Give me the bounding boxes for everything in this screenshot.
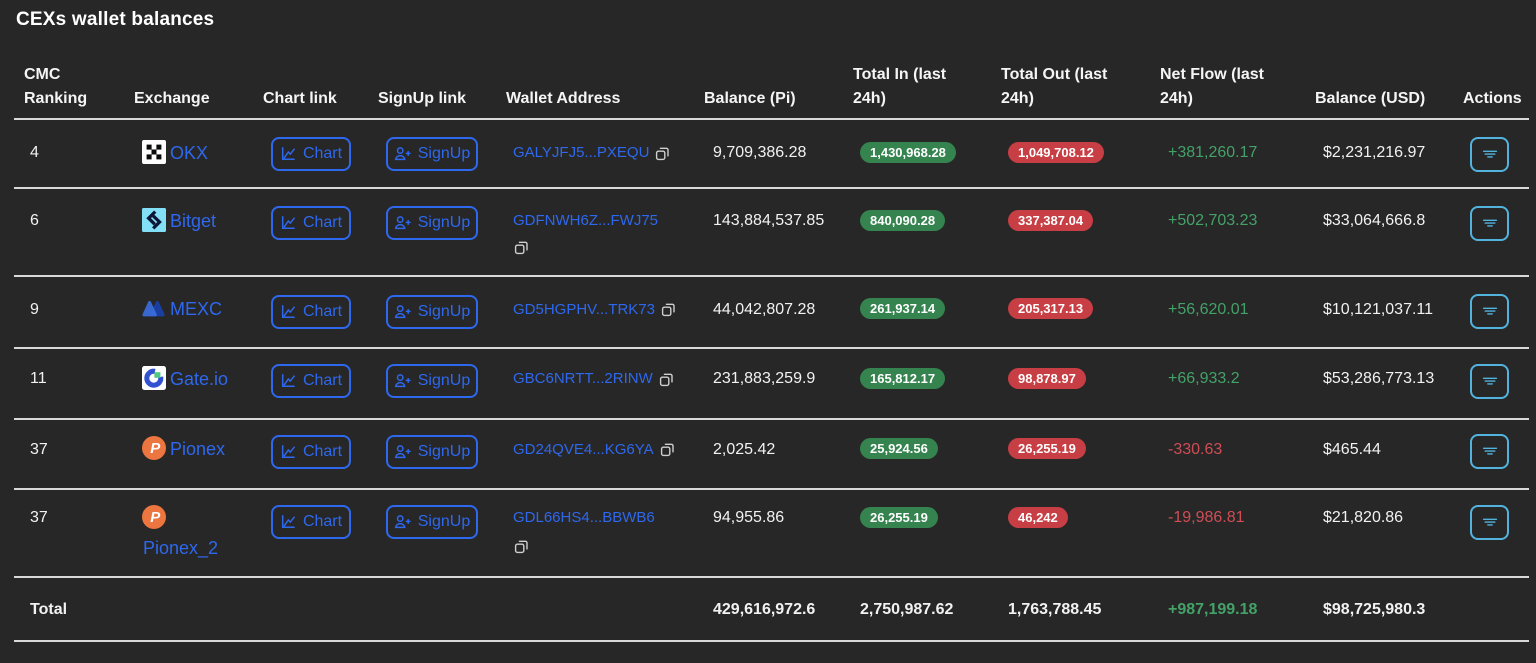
svg-text:P: P	[150, 509, 161, 526]
svg-text:P: P	[150, 440, 161, 457]
